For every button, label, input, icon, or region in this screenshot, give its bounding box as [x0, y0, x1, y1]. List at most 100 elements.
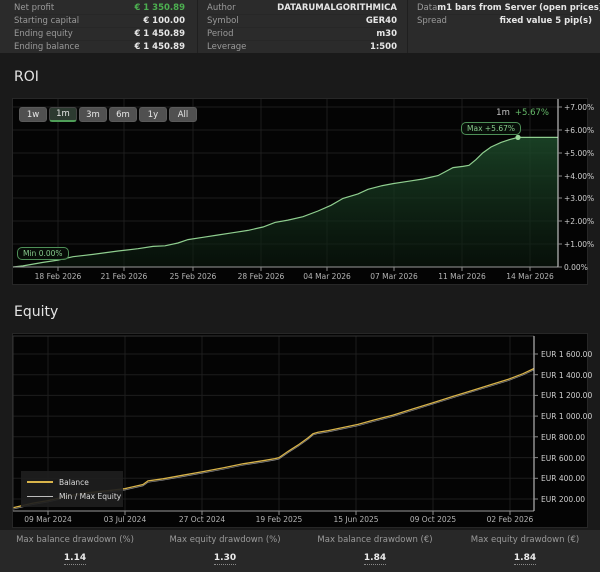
author-value: DATARUMALGORITHMICA: [277, 2, 397, 14]
roi-current-return: 1m +5.67%: [496, 108, 549, 118]
range-button-all[interactable]: All: [169, 107, 197, 122]
equity-ytick: EUR 600.00: [541, 454, 585, 463]
equity-xtick: 27 Oct 2024: [174, 515, 230, 524]
stat-value: 1.84: [364, 553, 386, 565]
starting-capital-value: € 100.00: [143, 15, 185, 27]
roi-xtick: 11 Mar 2026: [434, 272, 490, 281]
stat-label: Starting capital: [14, 15, 79, 27]
range-button-1w[interactable]: 1w: [19, 107, 47, 122]
summary-col-data: Data m1 bars from Server (open prices) S…: [407, 0, 600, 53]
stat-value: 1.14: [64, 553, 86, 565]
stat-row: Period m30: [207, 28, 397, 41]
roi-ytick: +4.00%: [564, 172, 594, 181]
drawdown-stats-panel: Max balance drawdown (%) 1.14 Max equity…: [0, 530, 600, 572]
equity-ytick: EUR 200.00: [541, 495, 585, 504]
equity-xtick: 09 Oct 2025: [405, 515, 461, 524]
stat-row: Ending balance € 1 450.89: [14, 41, 185, 54]
stat-row: Net profit € 1 350.89: [14, 2, 185, 15]
roi-min-label: Min 0.00%: [17, 247, 69, 260]
roi-ytick: +7.00%: [564, 103, 594, 112]
stat-label: Spread: [417, 15, 447, 28]
roi-xtick: 18 Feb 2026: [30, 272, 86, 281]
equity-ytick: EUR 1 000.00: [541, 412, 592, 421]
equity-xtick: 15 Jun 2025: [328, 515, 384, 524]
stat-label: Period: [207, 28, 234, 40]
roi-max-label: Max +5.67%: [461, 122, 521, 135]
roi-xtick: 04 Mar 2026: [299, 272, 355, 281]
legend-item-minmax-equity[interactable]: Min / Max Equity: [27, 489, 117, 503]
stat-label: Data: [417, 2, 437, 14]
stat-label: Max equity drawdown (€): [450, 535, 600, 545]
roi-ytick: +6.00%: [564, 126, 594, 135]
legend-label: Balance: [59, 478, 89, 487]
range-button-1m[interactable]: 1m: [49, 107, 77, 122]
equity-ytick: EUR 1 200.00: [541, 391, 592, 400]
summary-stats-panel: Net profit € 1 350.89 Starting capital €…: [0, 0, 600, 53]
stat-row: Ending equity € 1 450.89: [14, 28, 185, 41]
stat-row: Author DATARUMALGORITHMICA: [207, 2, 397, 15]
net-profit-value: € 1 350.89: [134, 2, 185, 14]
equity-legend: Balance Min / Max Equity: [21, 471, 123, 507]
range-button-6m[interactable]: 6m: [109, 107, 137, 122]
roi-range-selector: 1w 1m 3m 6m 1y All: [19, 107, 197, 122]
minmax-line-swatch: [27, 496, 53, 497]
legend-label: Min / Max Equity: [59, 492, 121, 501]
stat-row: Spread fixed value 5 pip(s): [417, 15, 592, 28]
roi-area-fill: [13, 137, 558, 267]
stat-max-equity-drawdown-eur: Max equity drawdown (€) 1.84: [450, 530, 600, 572]
stat-value: 1.84: [514, 553, 536, 565]
equity-xtick: 19 Feb 2025: [251, 515, 307, 524]
roi-xtick: 28 Feb 2026: [233, 272, 289, 281]
stat-label: Net profit: [14, 2, 54, 14]
stat-label: Author: [207, 2, 236, 14]
equity-xtick: 02 Feb 2026: [482, 515, 538, 524]
equity-section-title: Equity: [14, 304, 58, 320]
roi-current-period: 1m: [496, 108, 510, 118]
range-button-3m[interactable]: 3m: [79, 107, 107, 122]
roi-ytick: +3.00%: [564, 194, 594, 203]
stat-label: Symbol: [207, 15, 239, 27]
period-value: m30: [376, 28, 397, 40]
equity-chart[interactable]: Balance Min / Max Equity EUR 1 600.00 EU…: [12, 333, 588, 528]
data-source-value: m1 bars from Server (open prices): [437, 2, 600, 14]
stat-row: Symbol GER40: [207, 15, 397, 28]
equity-xtick: 03 Jul 2024: [97, 515, 153, 524]
stat-max-balance-drawdown-eur: Max balance drawdown (€) 1.84: [300, 530, 450, 572]
roi-ytick: +2.00%: [564, 217, 594, 226]
stat-label: Max equity drawdown (%): [150, 535, 300, 545]
equity-ytick: EUR 1 400.00: [541, 371, 592, 380]
stat-max-equity-drawdown-pct: Max equity drawdown (%) 1.30: [150, 530, 300, 572]
roi-xtick: 07 Mar 2026: [366, 272, 422, 281]
stat-max-balance-drawdown-pct: Max balance drawdown (%) 1.14: [0, 530, 150, 572]
spread-value: fixed value 5 pip(s): [500, 15, 592, 28]
stat-row: Data m1 bars from Server (open prices): [417, 2, 592, 15]
stat-row: Leverage 1:500: [207, 41, 397, 54]
equity-xtick: 09 Mar 2024: [20, 515, 76, 524]
roi-xtick: 25 Feb 2026: [165, 272, 221, 281]
stat-value: 1.30: [214, 553, 236, 565]
equity-ytick: EUR 400.00: [541, 474, 585, 483]
stat-label: Ending balance: [14, 41, 79, 54]
stat-label: Leverage: [207, 41, 246, 54]
leverage-value: 1:500: [370, 41, 397, 54]
stat-label: Max balance drawdown (%): [0, 535, 150, 545]
roi-ytick: 0.00%: [564, 263, 588, 272]
balance-line-swatch: [27, 481, 53, 483]
summary-col-settings: Author DATARUMALGORITHMICA Symbol GER40 …: [197, 0, 407, 53]
roi-chart[interactable]: 1w 1m 3m 6m 1y All 1m +5.67% Max +5.67% M…: [12, 98, 588, 285]
roi-xtick: 14 Mar 2026: [502, 272, 558, 281]
roi-xtick: 21 Feb 2026: [96, 272, 152, 281]
stat-row: Starting capital € 100.00: [14, 15, 185, 28]
stat-label: Ending equity: [14, 28, 73, 40]
roi-current-value: +5.67%: [515, 108, 549, 118]
legend-item-balance[interactable]: Balance: [27, 475, 117, 489]
roi-ytick: +5.00%: [564, 149, 594, 158]
equity-ytick: EUR 1 600.00: [541, 350, 592, 359]
roi-max-point[interactable]: [515, 135, 520, 140]
stat-label: Max balance drawdown (€): [300, 535, 450, 545]
range-button-1y[interactable]: 1y: [139, 107, 167, 122]
symbol-value: GER40: [366, 15, 397, 27]
roi-ytick: +1.00%: [564, 240, 594, 249]
ending-equity-value: € 1 450.89: [134, 28, 185, 40]
summary-col-results: Net profit € 1 350.89 Starting capital €…: [0, 0, 197, 53]
